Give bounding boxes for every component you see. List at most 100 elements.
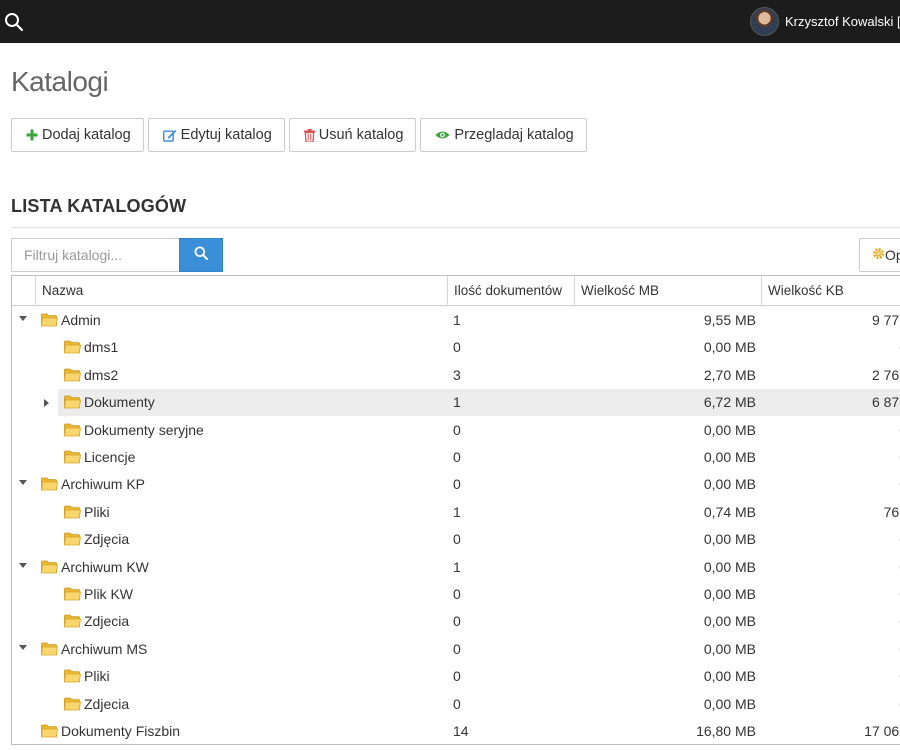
- size-mb: 0,74 MB: [703, 503, 756, 520]
- tree-row[interactable]: Archiwum MS 0 0,00 MB 0: [12, 636, 900, 663]
- action-toolbar: Dodaj katalog Edytuj katalog Usuń katalo…: [11, 118, 587, 152]
- document-count: 0: [453, 668, 461, 685]
- delete-catalog-label: Usuń katalog: [318, 127, 404, 143]
- tree-row[interactable]: Zdjecia 0 0,00 MB 0: [12, 691, 900, 718]
- size-kb: 9 776: [871, 312, 900, 328]
- tree-row[interactable]: Archiwum KW 1 0,00 MB 0: [12, 554, 900, 581]
- tree-row[interactable]: Archiwum KP 0 0,00 MB 0: [12, 471, 900, 498]
- tree-row[interactable]: Zdjecia 0 0,00 MB 0: [12, 608, 900, 635]
- size-kb: 0: [767, 691, 900, 718]
- size-kb: 0: [767, 471, 900, 498]
- size-kb: 0: [767, 554, 900, 581]
- catalog-name: Dokumenty seryjne: [84, 421, 204, 438]
- size-mb: 6,72 MB: [703, 394, 756, 411]
- edit-catalog-button[interactable]: Edytuj katalog: [147, 118, 285, 152]
- tree-row[interactable]: Pliki 1 0,74 MB 760: [12, 499, 900, 526]
- folder-icon: [64, 450, 81, 464]
- document-count: 0: [453, 421, 461, 438]
- document-count: 1: [453, 503, 461, 520]
- size-kb: 0: [767, 663, 900, 690]
- folder-icon: [64, 532, 81, 546]
- catalog-name: dms1: [84, 339, 119, 356]
- size-mb: 0,00 MB: [703, 613, 756, 630]
- column-header-name[interactable]: Nazwa: [35, 276, 447, 306]
- plus-icon: [26, 129, 38, 141]
- size-mb: 16,80 MB: [696, 723, 756, 739]
- size-mb: 0,00 MB: [703, 531, 756, 548]
- catalog-name: Plik KW: [84, 586, 133, 602]
- size-kb: 2 768: [871, 366, 900, 383]
- catalog-name: Zdjęcia: [84, 531, 130, 548]
- search-icon[interactable]: [4, 12, 24, 32]
- document-count: 0: [453, 640, 461, 657]
- document-count: 0: [453, 586, 461, 602]
- folder-icon: [41, 642, 58, 656]
- catalog-name: Archiwum MS: [61, 640, 148, 657]
- catalog-name: dms2: [84, 366, 119, 383]
- size-kb: 0: [767, 334, 900, 361]
- edit-icon: [162, 129, 177, 142]
- tree-row[interactable]: dms1 0 0,00 MB 0: [12, 334, 900, 361]
- tree-row[interactable]: Zdjęcia 0 0,00 MB 0: [12, 526, 900, 553]
- add-catalog-label: Dodaj katalog: [42, 127, 131, 143]
- tree-row[interactable]: Dokumenty 1 6,72 MB 6 879: [12, 389, 900, 417]
- column-header-size-mb[interactable]: Wielkość MB: [574, 276, 761, 306]
- size-kb: 0: [767, 608, 900, 635]
- catalog-tree-grid: Nazwa Ilość dokumentów Wielkość MB Wielk…: [11, 275, 900, 745]
- catalog-name: Zdjecia: [84, 695, 130, 712]
- tree-row[interactable]: Dokumenty Fiszbin 14 16,80 MB 17 061: [12, 718, 900, 745]
- avatar: [750, 6, 779, 36]
- tree-row[interactable]: Dokumenty seryjne 0 0,00 MB 0: [12, 417, 900, 444]
- trash-icon: [303, 128, 315, 142]
- page-title: Katalogi: [11, 66, 109, 97]
- folder-icon: [64, 340, 81, 354]
- tree-row[interactable]: Plik KW 0 0,00 MB 0: [12, 581, 900, 608]
- document-count: 1: [453, 312, 461, 328]
- document-count: 0: [453, 476, 461, 493]
- size-kb: 0: [767, 581, 900, 608]
- size-mb: 0,00 MB: [703, 586, 756, 602]
- folder-icon: [64, 697, 81, 711]
- size-mb: 0,00 MB: [703, 640, 756, 657]
- size-mb: 0,00 MB: [703, 339, 756, 356]
- collapse-toggle-icon[interactable]: [19, 562, 27, 568]
- filter-input[interactable]: [11, 238, 179, 272]
- browse-catalog-label: Przegladaj katalog: [454, 127, 574, 143]
- search-icon: [194, 246, 208, 265]
- tree-row[interactable]: Admin 1 9,55 MB 9 776: [12, 307, 900, 334]
- collapse-toggle-icon[interactable]: [19, 316, 27, 321]
- expand-toggle-icon[interactable]: [44, 399, 49, 408]
- tree-row[interactable]: dms2 3 2,70 MB 2 768: [12, 362, 900, 389]
- folder-icon: [64, 669, 81, 683]
- collapse-toggle-icon[interactable]: [19, 644, 27, 650]
- add-catalog-button[interactable]: Dodaj katalog: [11, 118, 144, 152]
- column-header-count[interactable]: Ilość dokumentów: [447, 276, 574, 306]
- size-kb: 0: [767, 526, 900, 553]
- eye-icon: [435, 130, 450, 140]
- user-name: Krzysztof Kowalski [a: [785, 13, 900, 29]
- catalog-name: Admin: [61, 312, 101, 328]
- document-count: 1: [453, 394, 461, 411]
- size-mb: 0,00 MB: [703, 558, 756, 575]
- section-divider: [11, 227, 900, 228]
- user-menu[interactable]: Krzysztof Kowalski [a: [750, 6, 900, 36]
- browse-catalog-button[interactable]: Przegladaj katalog: [420, 118, 587, 152]
- options-label: Op: [885, 247, 900, 263]
- filter-search-button[interactable]: [179, 238, 223, 272]
- catalog-name: Licencje: [84, 449, 136, 465]
- size-kb: 0: [767, 636, 900, 663]
- options-button[interactable]: Op: [859, 238, 900, 272]
- size-mb: 0,00 MB: [703, 695, 756, 712]
- folder-icon: [41, 724, 58, 738]
- catalog-name: Zdjecia: [84, 613, 130, 630]
- delete-catalog-button[interactable]: Usuń katalog: [288, 118, 417, 152]
- folder-icon: [64, 587, 81, 601]
- column-header-size-kb[interactable]: Wielkość KB: [761, 276, 900, 306]
- document-count: 3: [453, 366, 461, 383]
- edit-catalog-label: Edytuj katalog: [180, 127, 272, 143]
- collapse-toggle-icon[interactable]: [19, 480, 27, 486]
- tree-row[interactable]: Pliki 0 0,00 MB 0: [12, 663, 900, 690]
- tree-row[interactable]: Licencje 0 0,00 MB 0: [12, 444, 900, 471]
- folder-icon: [41, 313, 58, 327]
- catalog-name: Pliki: [84, 668, 110, 685]
